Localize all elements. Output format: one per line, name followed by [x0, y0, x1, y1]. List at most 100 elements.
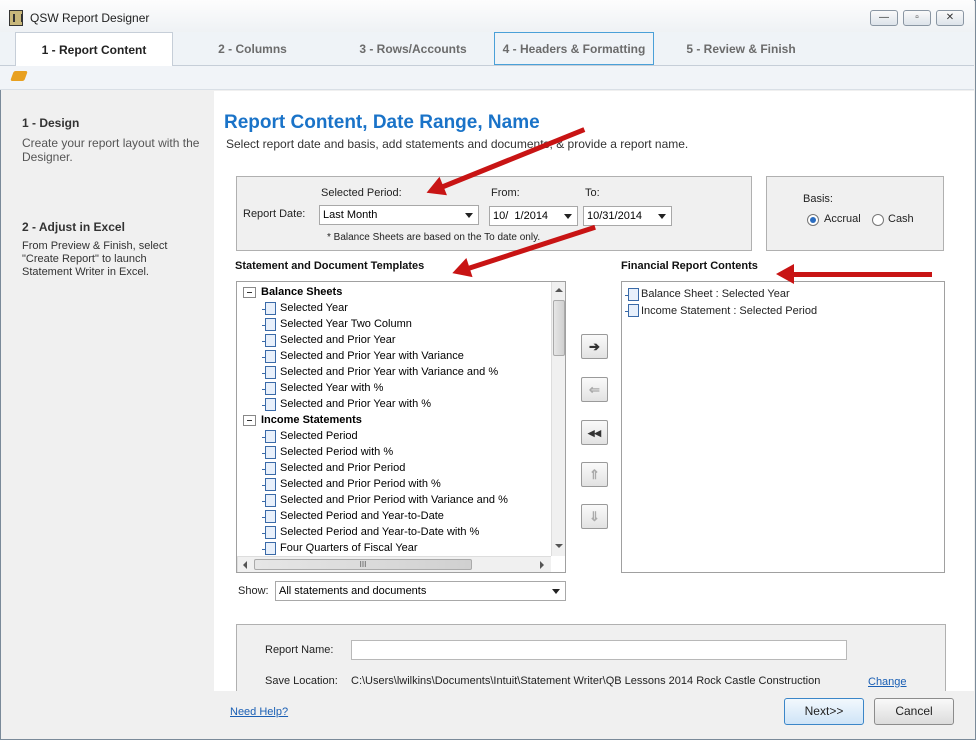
close-button[interactable]: ✕: [936, 10, 964, 26]
minimize-button[interactable]: —: [870, 10, 898, 26]
sidebar-excel-heading: 2 - Adjust in Excel: [22, 220, 125, 234]
tree-item[interactable]: Selected and Prior Period: [280, 460, 405, 476]
cancel-button[interactable]: Cancel: [874, 698, 954, 725]
show-filter-dropdown[interactable]: All statements and documents: [275, 581, 566, 601]
document-icon: [262, 462, 276, 475]
basis-label: Basis:: [803, 193, 833, 205]
document-icon: [262, 350, 276, 363]
report-date-group: Selected Period: Report Date: Last Month…: [236, 176, 752, 251]
remove-all-button[interactable]: ◂◂: [581, 420, 608, 445]
scroll-left-icon[interactable]: [243, 561, 247, 569]
tree-group-label: Balance Sheets: [261, 286, 343, 298]
page-title: Report Content, Date Range, Name: [224, 112, 540, 133]
tab-review-finish[interactable]: 5 - Review & Finish: [656, 32, 826, 66]
show-filter-value: All statements and documents: [279, 585, 427, 597]
tree-item[interactable]: Selected Period: [280, 428, 358, 444]
tree-item[interactable]: Selected Year Two Column: [280, 316, 412, 332]
templates-heading: Statement and Document Templates: [235, 260, 425, 272]
tree-item[interactable]: Selected Period and Year-to-Date: [280, 508, 444, 524]
title-bar: QSW Report Designer — ▫ ✕: [0, 0, 974, 34]
document-icon: [262, 526, 276, 539]
horizontal-scrollbar[interactable]: III: [237, 556, 551, 572]
sidebar: 1 - Design Create your report layout wit…: [8, 91, 214, 691]
contents-item[interactable]: Income Statement : Selected Period: [641, 305, 817, 317]
next-button[interactable]: Next>>: [784, 698, 864, 725]
move-up-button[interactable]: ⇑: [581, 462, 608, 487]
contents-heading: Financial Report Contents: [621, 260, 758, 272]
horizontal-scroll-thumb[interactable]: III: [254, 559, 472, 570]
collapse-icon[interactable]: [243, 287, 256, 298]
selected-period-value: Last Month: [323, 209, 378, 221]
scroll-down-icon[interactable]: [555, 544, 563, 548]
scroll-right-icon[interactable]: [540, 561, 544, 569]
add-button[interactable]: ➔: [581, 334, 608, 359]
document-icon: [262, 430, 276, 443]
show-label: Show:: [238, 585, 269, 597]
app-icon: [9, 10, 23, 26]
window-title: QSW Report Designer: [30, 11, 150, 25]
tree-item[interactable]: Selected and Prior Period with %: [280, 476, 441, 492]
accrual-radio[interactable]: [807, 214, 819, 226]
tree-item[interactable]: Four Quarters of Fiscal Year: [280, 540, 418, 556]
templates-tree-items: Balance Sheets Selected Year Selected Year…: [237, 282, 551, 556]
document-icon: [262, 510, 276, 523]
report-contents-list[interactable]: Balance Sheet : Selected Year Income Sta…: [621, 281, 945, 573]
report-name-input[interactable]: [351, 640, 847, 660]
sidebar-excel-text: From Preview & Finish, select "Create Re…: [22, 240, 168, 278]
accrual-label: Accrual: [824, 213, 861, 225]
to-date-value: 10/31/2014: [587, 210, 643, 222]
scroll-thumb[interactable]: [553, 300, 565, 356]
tab-columns[interactable]: 2 - Columns: [175, 32, 330, 66]
document-icon: [625, 288, 639, 301]
remove-button[interactable]: ⇐: [581, 377, 608, 402]
change-location-link[interactable]: Change: [868, 676, 907, 688]
document-icon: [262, 302, 276, 315]
tree-item[interactable]: Selected and Prior Year with %: [280, 396, 431, 412]
chevron-down-icon: [564, 214, 572, 219]
document-icon: [262, 398, 276, 411]
wizard-tabs: 1 - Report Content 2 - Columns 3 - Rows/…: [0, 32, 974, 66]
tree-item[interactable]: Selected Year: [280, 300, 348, 316]
document-icon: [262, 382, 276, 395]
tree-item[interactable]: Selected and Prior Year with Variance an…: [280, 364, 498, 380]
scroll-up-icon[interactable]: [555, 288, 563, 292]
document-icon: [625, 304, 639, 317]
balance-sheet-note: * Balance Sheets are based on the To dat…: [327, 232, 541, 243]
sidebar-design-heading: 1 - Design: [22, 116, 80, 130]
from-label: From:: [491, 187, 520, 199]
to-label: To:: [585, 187, 600, 199]
tab-report-content[interactable]: 1 - Report Content: [15, 32, 173, 66]
report-date-label: Report Date:: [243, 208, 306, 220]
footer-bar: Need Help? Next>> Cancel: [214, 691, 974, 738]
selected-period-dropdown[interactable]: Last Month: [319, 205, 479, 225]
chevron-down-icon: [465, 213, 473, 218]
pencil-icon[interactable]: [10, 71, 28, 81]
tree-item[interactable]: Selected Period with %: [280, 444, 393, 460]
tree-item[interactable]: Selected Period and Year-to-Date with %: [280, 524, 479, 540]
collapse-icon[interactable]: [243, 415, 256, 426]
chevron-down-icon: [658, 214, 666, 219]
need-help-link[interactable]: Need Help?: [230, 706, 288, 718]
tab-rows-accounts[interactable]: 3 - Rows/Accounts: [333, 32, 493, 66]
cash-radio[interactable]: [872, 214, 884, 226]
basis-group: Basis: Accrual Cash: [766, 176, 944, 251]
annotation-arrow-contents: [776, 264, 932, 284]
tree-item[interactable]: Selected and Prior Year: [280, 332, 396, 348]
contents-item[interactable]: Balance Sheet : Selected Year: [641, 288, 790, 300]
report-name-group: Report Name: Save Location: C:\Users\lwi…: [236, 624, 946, 691]
document-icon: [262, 494, 276, 507]
from-date-picker[interactable]: 10/ 1/2014: [489, 206, 578, 226]
maximize-button[interactable]: ▫: [903, 10, 931, 26]
templates-tree[interactable]: Balance Sheets Selected Year Selected Year…: [236, 281, 566, 573]
to-date-picker[interactable]: 10/31/2014: [583, 206, 672, 226]
tab-headers-formatting[interactable]: 4 - Headers & Formatting: [494, 32, 654, 65]
tree-item[interactable]: Selected Year with %: [280, 380, 383, 396]
chevron-down-icon: [552, 589, 560, 594]
tree-item[interactable]: Selected and Prior Year with Variance: [280, 348, 464, 364]
page-subtitle: Select report date and basis, add statem…: [226, 137, 689, 151]
save-location-label: Save Location:: [265, 675, 338, 687]
move-down-button[interactable]: ⇓: [581, 504, 608, 529]
tree-item[interactable]: Selected and Prior Period with Variance …: [280, 492, 508, 508]
document-icon: [262, 478, 276, 491]
vertical-scrollbar[interactable]: [551, 282, 565, 556]
